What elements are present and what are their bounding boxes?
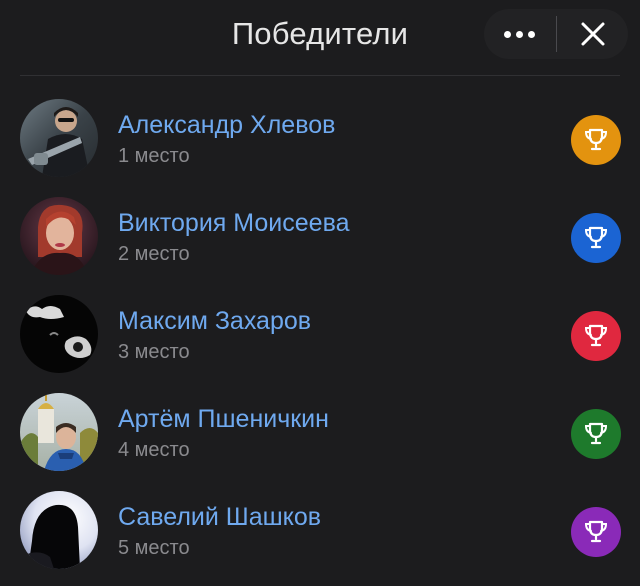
header: Победители [0, 0, 640, 76]
avatar[interactable] [20, 491, 98, 569]
avatar[interactable] [20, 393, 98, 471]
trophy-icon [571, 213, 621, 263]
list-item[interactable]: Максим Захаров 3 место [0, 284, 640, 382]
more-horizontal-icon [503, 30, 511, 38]
list-item[interactable]: Виктория Моисеева 2 место [0, 186, 640, 284]
more-dot [527, 30, 535, 38]
winner-place: 5 место [118, 537, 190, 559]
trophy-icon [571, 311, 621, 361]
list-item[interactable]: Артём Пшеничкин 4 место [0, 382, 640, 480]
winner-place: 4 место [118, 439, 190, 461]
winner-place: 1 место [118, 145, 190, 167]
list-item[interactable]: Александр Хлевов 1 место [0, 88, 640, 186]
close-icon [581, 22, 605, 46]
trophy-icon [571, 409, 621, 459]
winner-name[interactable]: Александр Хлевов [118, 110, 335, 140]
avatar[interactable] [20, 99, 98, 177]
list-item[interactable]: Савелий Шашков 5 место [0, 480, 640, 578]
winner-place: 2 место [118, 243, 190, 265]
more-button[interactable] [484, 9, 554, 59]
trophy-icon [571, 507, 621, 557]
winner-name[interactable]: Максим Захаров [118, 306, 311, 336]
winners-list: Александр Хлевов 1 место Виктория Моисее… [0, 88, 640, 578]
close-button[interactable] [558, 9, 628, 59]
more-dot [515, 30, 523, 38]
winner-name[interactable]: Савелий Шашков [118, 502, 321, 532]
header-actions [484, 9, 628, 59]
winner-name[interactable]: Артём Пшеничкин [118, 404, 329, 434]
divider [556, 16, 557, 52]
avatar[interactable] [20, 197, 98, 275]
winner-place: 3 место [118, 341, 190, 363]
header-divider [20, 75, 620, 76]
avatar[interactable] [20, 295, 98, 373]
trophy-icon [571, 115, 621, 165]
winner-name[interactable]: Виктория Моисеева [118, 208, 349, 238]
